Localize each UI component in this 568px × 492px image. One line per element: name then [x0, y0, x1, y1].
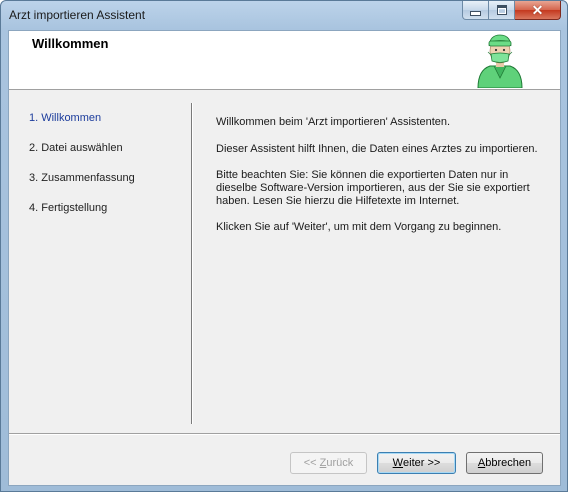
wizard-window: Arzt importieren Assistent ✕ Willkommen — [0, 0, 568, 492]
welcome-text: Willkommen beim 'Arzt importieren' Assis… — [216, 116, 451, 128]
minimize-icon — [470, 10, 481, 16]
button-divider — [9, 433, 560, 435]
window-title: Arzt importieren Assistent — [9, 8, 146, 22]
title-bar[interactable]: Arzt importieren Assistent ✕ — [1, 1, 567, 29]
maximize-icon — [496, 5, 507, 15]
step-item-datei-auswaehlen: 2. Datei auswählen — [29, 142, 123, 154]
caption-buttons: ✕ — [462, 1, 561, 21]
notice-text: Bitte beachten Sie: Sie können die expor… — [216, 169, 530, 207]
back-button-label: urück — [326, 457, 354, 469]
next-button-label: eiter >> — [403, 457, 441, 469]
description-text: Dieser Assistent hilft Ihnen, die Daten … — [216, 143, 538, 155]
instruction-text: Klicken Sie auf 'Weiter', um mit dem Vor… — [216, 221, 502, 233]
close-icon: ✕ — [531, 2, 544, 18]
step-item-zusammenfassung: 3. Zusammenfassung — [29, 172, 135, 184]
wizard-header: Willkommen — [9, 31, 560, 90]
minimize-button[interactable] — [462, 1, 489, 20]
doctor-icon — [477, 34, 523, 88]
wizard-client-area: Willkommen 1. Willkommen 2. Datei auswäh… — [8, 30, 561, 486]
maximize-button[interactable] — [489, 1, 515, 20]
cancel-button[interactable]: Abbrechen — [466, 452, 543, 474]
cancel-button-label: bbrechen — [485, 457, 532, 469]
close-button[interactable]: ✕ — [515, 1, 561, 20]
back-button-mnemonic: Z — [319, 457, 327, 469]
back-button[interactable]: << Zurück — [290, 452, 367, 474]
next-button[interactable]: Weiter >> — [377, 452, 456, 474]
cancel-button-mnemonic: A — [477, 457, 486, 469]
back-button-prefix: << — [303, 457, 320, 469]
step-divider — [191, 103, 193, 424]
step-item-fertigstellung: 4. Fertigstellung — [29, 202, 108, 214]
step-item-willkommen: 1. Willkommen — [29, 112, 102, 124]
next-button-mnemonic: W — [392, 457, 404, 469]
page-title: Willkommen — [32, 36, 109, 51]
